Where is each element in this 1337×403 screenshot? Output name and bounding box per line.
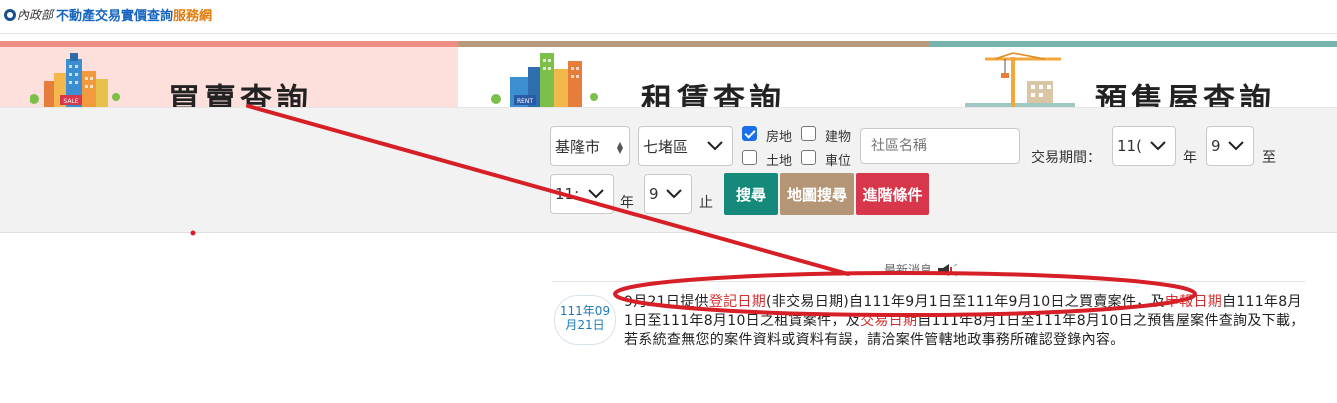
news-text-registration-date: 登記日期 [708, 294, 767, 310]
to-label: 至 [1262, 150, 1276, 166]
end-year-unit: 年 [620, 195, 634, 211]
sort-arrows-icon: ▲ ▼ [616, 140, 623, 155]
news-text-transaction-date: 交易日期 [860, 313, 918, 329]
site-header: 內政部 不動產交易實價查詢 服務網 [0, 0, 1337, 34]
ministry-seal-icon [4, 8, 16, 21]
logo-service-text: 服務網 [173, 9, 213, 24]
tab-sale-label: 買賣查詢 [168, 81, 313, 107]
svg-text:RENT: RENT [517, 98, 533, 105]
end-label: 止 [699, 195, 713, 211]
checkbox-parking[interactable] [801, 150, 816, 165]
news-divider [552, 281, 1305, 282]
city-select[interactable]: 基隆市 ▲ ▼ [550, 126, 630, 166]
chevron-down-icon [588, 189, 604, 199]
chevron-down-icon [1150, 141, 1166, 151]
news-date-line2: 月21日 [565, 318, 605, 332]
map-search-button[interactable]: 地圖搜尋 [780, 173, 854, 215]
tab-rent-label: 租賃查詢 [641, 81, 786, 107]
checkbox-land-building-label: 房地 [766, 130, 793, 145]
tab-sale-query[interactable]: SALE 買賣查詢 [0, 41, 458, 107]
checkbox-parking-label: 車位 [825, 154, 852, 169]
news-date-line1: 111年09 [559, 304, 611, 318]
city-select-value: 基隆市 [555, 137, 601, 156]
chevron-down-icon [707, 141, 723, 151]
start-year-value: 11( [1117, 137, 1142, 155]
tab-presale-label: 預售屋查詢 [1095, 81, 1276, 107]
logo-main-text: 不動產交易實價查詢 [56, 9, 174, 24]
start-month-select[interactable]: 9 [1206, 126, 1254, 166]
community-name-input[interactable] [860, 128, 1020, 164]
logo-ministry-text: 內政部 [17, 8, 54, 22]
advanced-options-button[interactable]: 進階條件 [856, 173, 929, 215]
checkbox-land-building[interactable] [742, 126, 757, 141]
end-month-select[interactable]: 9 [644, 174, 692, 214]
news-text-part: (非交易日期)自111年9月1日至111年9月10日之買賣案件，及 [766, 294, 1165, 310]
page: 內政部 不動產交易實價查詢 服務網 SALE 買賣查詢 RENT 租賃查詢 預售… [0, 0, 1337, 403]
start-year-select[interactable]: 11( [1112, 126, 1176, 166]
news-item-text: 9月21日提供登記日期(非交易日期)自111年9月1日至111年9月10日之買賣… [624, 293, 1309, 350]
period-label: 交易期間： [1031, 150, 1101, 166]
svg-text:SALE: SALE [63, 98, 78, 105]
news-text-part: 9月21日提供 [624, 294, 709, 310]
city-buildings-sale-icon: SALE [30, 53, 120, 107]
start-month-value: 9 [1211, 137, 1221, 155]
city-buildings-rent-icon: RENT [491, 53, 598, 107]
chevron-down-icon [1228, 141, 1244, 151]
end-month-value: 9 [649, 185, 659, 203]
end-year-select[interactable]: 11: [550, 174, 614, 214]
district-select[interactable]: 七堵區 [638, 126, 733, 166]
search-panel: 基隆市 ▲▼ 七堵區 房地 建物 土地 車位 交易期間： 11( 年 9 至 1… [0, 107, 1337, 233]
checkbox-building-label: 建物 [825, 130, 852, 145]
news-text-declaration-date: 申報日期 [1164, 294, 1223, 310]
district-select-value: 七堵區 [643, 137, 689, 156]
checkbox-building[interactable] [801, 126, 816, 141]
checkbox-land-label: 土地 [766, 154, 793, 169]
construction-crane-icon [965, 52, 1075, 107]
search-button[interactable]: 搜尋 [724, 173, 778, 215]
checkbox-land[interactable] [742, 150, 757, 165]
megaphone-icon [938, 263, 958, 276]
news-heading: 最新消息 [884, 261, 959, 278]
end-year-value: 11: [555, 185, 580, 203]
site-logo[interactable]: 內政部 不動產交易實價查詢 服務網 [4, 5, 212, 24]
start-year-unit: 年 [1183, 150, 1197, 166]
query-tabs: SALE 買賣查詢 RENT 租賃查詢 預售屋查詢 [0, 41, 1337, 107]
tab-rent-query[interactable]: RENT 租賃查詢 [458, 41, 929, 107]
news-date-badge: 111年09 月21日 [554, 295, 616, 345]
chevron-down-icon [666, 189, 682, 199]
tab-presale-query[interactable]: 預售屋查詢 [929, 41, 1337, 107]
news-heading-text: 最新消息 [884, 263, 933, 277]
